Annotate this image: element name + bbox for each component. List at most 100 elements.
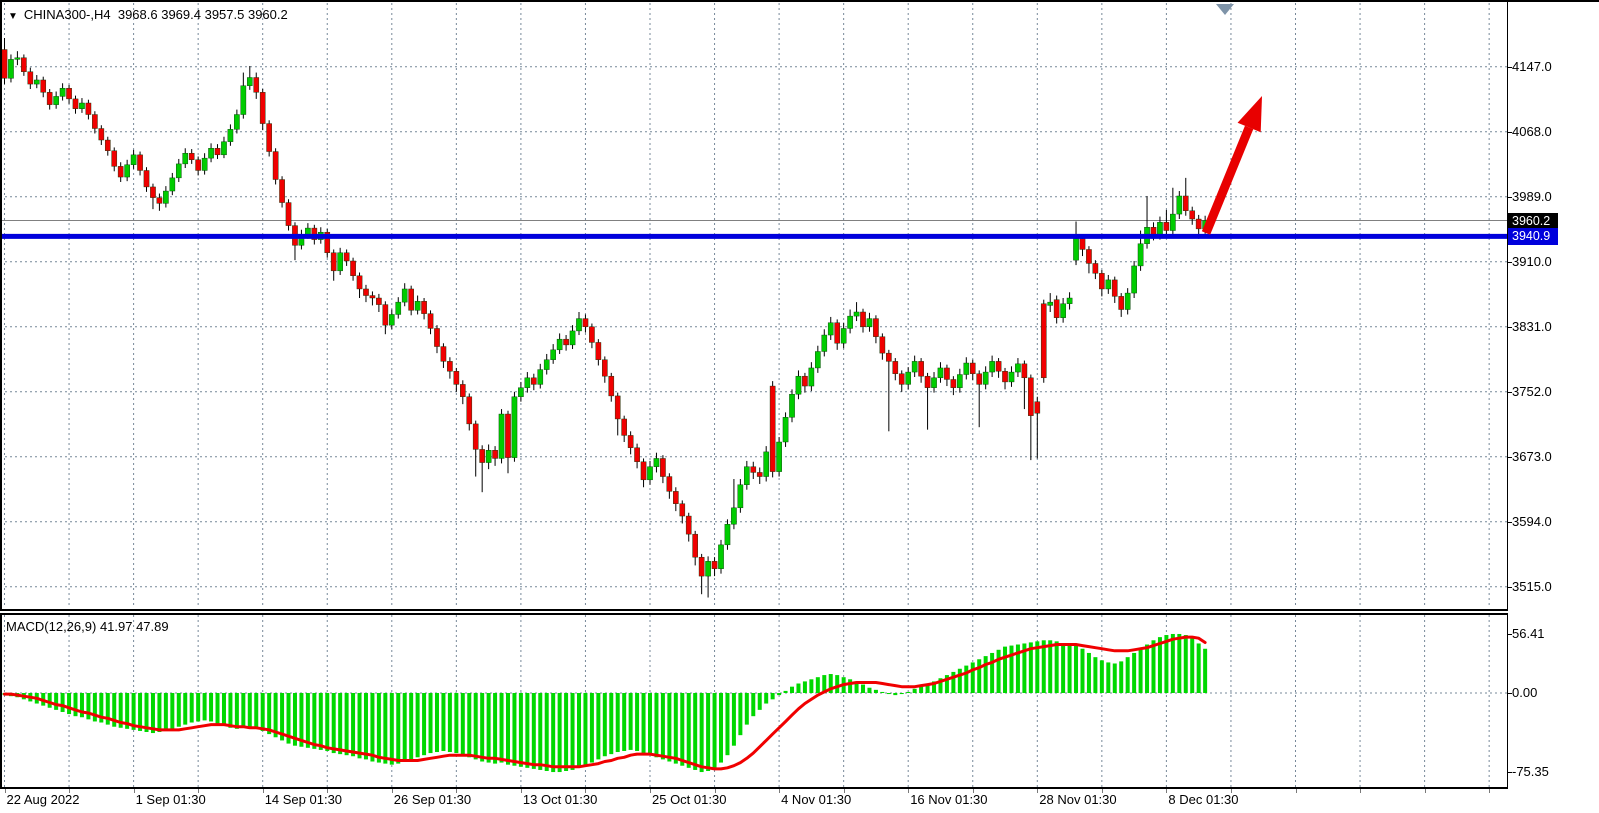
bullish-candle [557,339,562,350]
macd-bar [971,662,975,693]
macd-bar [183,693,187,725]
date-label: 1 Sep 01:30 [136,792,206,807]
bullish-candle [538,370,543,385]
macd-bar [441,693,445,751]
macd-bar [629,693,633,750]
bearish-candle [860,312,865,327]
bearish-candle [919,361,924,376]
macd-bar [919,687,923,693]
macd-bar [835,675,839,693]
macd-bar [1080,649,1084,693]
bearish-candle [383,305,388,326]
time-tick-mark [456,789,457,793]
macd-bar [1145,645,1149,693]
bearish-candle [157,198,162,204]
macd-bar [538,693,542,770]
bearish-candle [1112,280,1117,296]
time-tick-mark [650,789,651,793]
bearish-candle [92,115,97,129]
bullish-candle [822,335,827,351]
macd-bar [687,693,691,768]
bearish-candle [363,289,368,296]
macd-bar [358,693,362,758]
macd-bar [506,693,510,765]
bearish-candle [602,360,607,376]
macd-bar [725,693,729,755]
macd-bar [170,693,174,729]
macd-tick-mark [1507,634,1512,635]
symbol-label: CHINA300-,H4 [24,7,111,22]
bullish-candle [486,450,491,462]
bullish-candle [647,467,652,480]
main-price-pane[interactable] [0,0,1508,609]
macd-bar [377,693,381,763]
macd-bar [448,693,452,752]
bearish-candle [751,467,756,473]
macd-bar [332,693,336,753]
symbol-dropdown-icon[interactable]: ▼ [8,11,18,22]
time-tick-mark [5,789,6,793]
time-tick-mark [1425,789,1426,793]
bullish-candle [867,319,872,327]
bearish-candle [944,368,949,380]
macd-bar [667,693,671,762]
arrow-shaft [1206,127,1249,233]
macd-bar [319,693,323,750]
macd-bar [784,691,788,693]
macd-bar [964,666,968,693]
chart-header: ▼CHINA300-,H4 3968.6 3969.4 3957.5 3960.… [8,7,288,22]
date-label: 28 Nov 01:30 [1039,792,1116,807]
macd-bar [409,693,413,759]
pane-separator[interactable] [0,609,1508,615]
date-label: 16 Nov 01:30 [910,792,987,807]
bullish-candle [796,376,801,394]
macd-bar [583,693,587,766]
bearish-candle [1119,296,1124,309]
macd-bar [1203,649,1207,693]
bullish-candle [1157,222,1162,234]
macd-bar [474,693,478,759]
bullish-candle [1138,244,1143,266]
bearish-candle [1093,263,1098,273]
macd-bar [1151,640,1155,693]
bearish-candle [196,160,201,171]
price-tick-mark [1507,327,1512,328]
bullish-candle [396,302,401,314]
macd-bar [454,693,458,753]
bearish-candle [350,261,355,276]
bearish-candle [215,148,220,155]
bullish-candle [176,164,181,178]
macd-bar [551,693,555,772]
macd-tick-mark [1507,693,1512,694]
bearish-candle [189,153,194,160]
date-label: 22 Aug 2022 [7,792,80,807]
macd-bar [416,693,420,757]
bullish-candle [202,158,207,170]
macd-bar [228,693,232,728]
macd-bar [151,693,155,733]
bearish-candle [1183,196,1188,211]
macd-bar [157,693,161,732]
bearish-candle [331,253,336,271]
macd-bar [867,688,871,693]
macd-bar [887,693,891,694]
bullish-candle [241,86,246,115]
bearish-candle [279,180,284,203]
macd-bar [1190,638,1194,693]
bearish-candle [673,491,678,503]
macd-bar [680,693,684,766]
macd-bar [209,693,213,721]
macd-bar [951,672,955,693]
macd-bar [1139,649,1143,693]
bullish-candle [841,328,846,343]
time-tick-mark [1102,789,1103,793]
macd-indicator-pane[interactable] [0,615,1508,787]
macd-bar [1119,661,1123,693]
price-tick-label: 3910.0 [1512,254,1552,270]
bearish-candle [454,371,459,384]
macd-bar [190,693,194,723]
trend-arrow[interactable] [1206,96,1262,233]
bearish-candle [641,462,646,480]
bullish-candle [1106,280,1111,289]
bullish-candle [518,388,523,397]
